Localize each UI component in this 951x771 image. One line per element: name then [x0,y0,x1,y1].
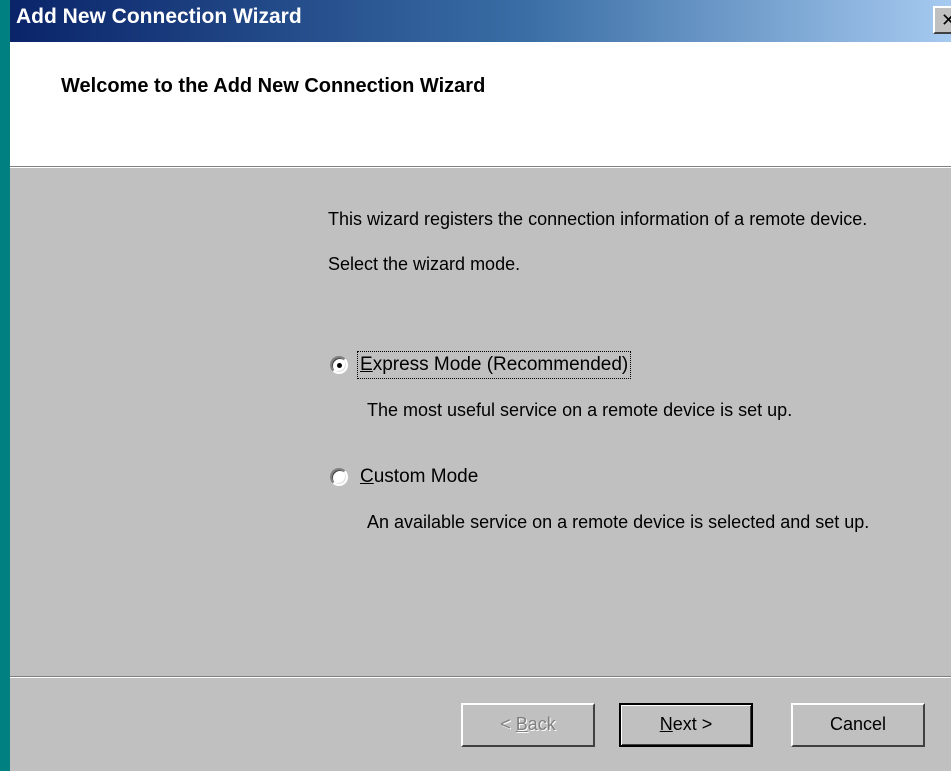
header-divider [10,166,951,168]
express-mode-option[interactable]: Express Mode (Recommended) [328,351,632,379]
custom-mode-description: An available service on a remote device … [367,512,870,532]
cancel-button[interactable]: Cancel [791,703,925,747]
title-bar[interactable]: Add New Connection Wizard ✕ [10,0,951,42]
express-mode-description: The most useful service on a remote devi… [367,400,793,420]
express-mode-label[interactable]: Express Mode (Recommended) [356,351,632,379]
custom-mode-label[interactable]: Custom Mode [360,466,478,488]
wizard-description: This wizard registers the connection inf… [328,209,868,229]
custom-mode-radio[interactable] [330,468,348,486]
wizard-window: Add New Connection Wizard ✕ Welcome to t… [10,0,951,771]
close-button[interactable]: ✕ [933,6,951,34]
close-icon: ✕ [941,10,951,30]
custom-mode-option[interactable]: Custom Mode [328,466,478,488]
page-title: Welcome to the Add New Connection Wizard [61,75,486,97]
radio-selected-dot [337,363,342,368]
express-mode-radio[interactable] [330,356,348,374]
footer-divider [10,676,951,678]
window-title: Add New Connection Wizard [16,5,302,28]
wizard-instruction: Select the wizard mode. [328,254,521,274]
back-button[interactable]: < Back [461,703,595,747]
next-button[interactable]: Next > [619,703,753,747]
wizard-header: Welcome to the Add New Connection Wizard [10,42,951,166]
